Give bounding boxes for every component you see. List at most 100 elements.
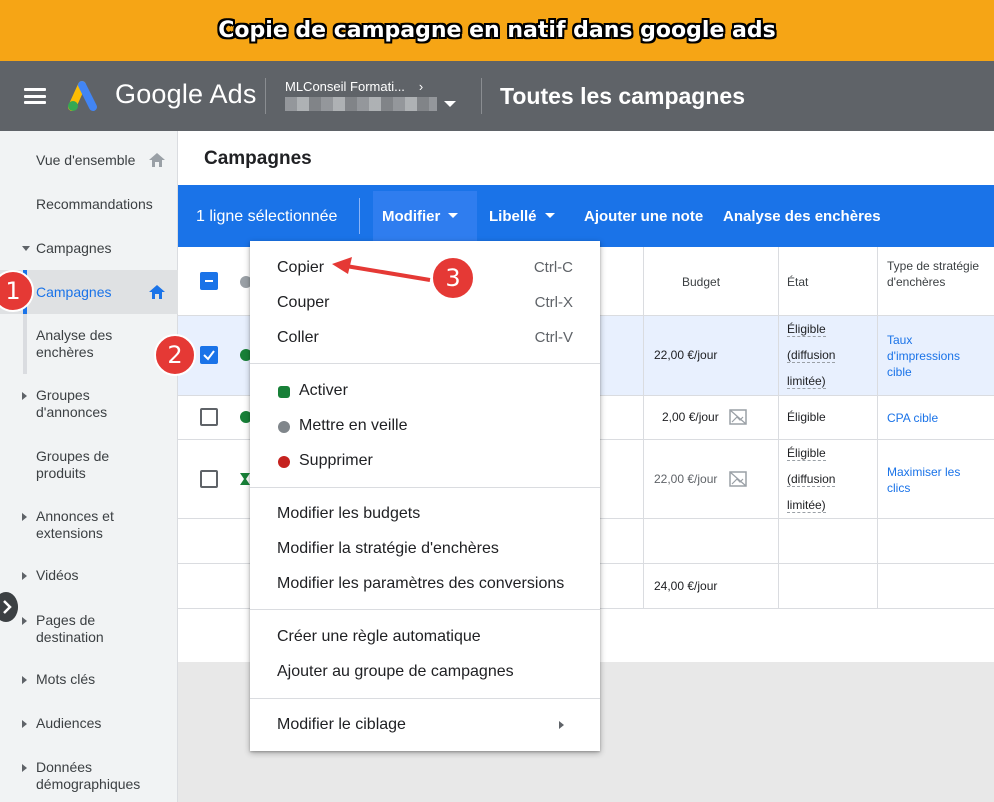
- column-header-etat[interactable]: État: [787, 274, 808, 290]
- shortcut-label: Ctrl-X: [534, 294, 573, 311]
- menu-divider: [250, 698, 600, 699]
- dropdown-arrow-icon[interactable]: [444, 101, 456, 107]
- sidebar-item-label: Campagnes: [36, 284, 112, 300]
- menu-item-modifier-strategie[interactable]: Modifier la stratégie d'enchères: [250, 533, 600, 565]
- column-divider: [778, 247, 779, 608]
- status-line: Éligible: [787, 446, 826, 461]
- menu-divider: [250, 609, 600, 610]
- sidebar-item-label: Audiences: [36, 715, 102, 731]
- column-header-bid-strategy[interactable]: Type de stratégie d'enchères: [887, 258, 987, 290]
- shortcut-label: Ctrl-C: [533, 259, 573, 276]
- menu-item-supprimer[interactable]: Supprimer: [250, 445, 600, 477]
- sidebar-item-product-groups[interactable]: Groupes de produits: [0, 448, 178, 484]
- menu-item-modifier-budgets[interactable]: Modifier les budgets: [250, 498, 600, 530]
- sidebar-item-overview[interactable]: Vue d'ensemble: [0, 152, 178, 172]
- sidebar-item-campaigns-group[interactable]: Campagnes: [0, 240, 178, 260]
- sidebar-item-label: Mots clés: [36, 671, 96, 687]
- menu-item-regle-automatique[interactable]: Créer une règle automatique: [250, 621, 600, 653]
- menu-item-label: Mettre en veille: [299, 417, 408, 434]
- divider: [359, 198, 360, 234]
- image-placeholder-icon: [729, 409, 747, 425]
- sidebar-item-label: Groupes de produits: [36, 448, 110, 481]
- row-checkbox[interactable]: [200, 408, 218, 426]
- menu-item-mettre-en-veille[interactable]: Mettre en veille: [250, 410, 600, 442]
- dropdown-arrow-icon: [448, 213, 459, 218]
- menu-divider: [250, 487, 600, 488]
- menu-divider: [250, 363, 600, 364]
- step-badge-2: 2: [154, 334, 196, 376]
- sidebar-item-keywords[interactable]: Mots clés: [0, 671, 178, 691]
- sidebar-item-label: Pages de destination: [36, 612, 104, 645]
- row-checkbox[interactable]: [200, 346, 218, 364]
- selection-toolbar: 1 ligne sélectionnée Modifier Libellé Aj…: [178, 185, 994, 247]
- select-all-checkbox[interactable]: [200, 272, 218, 290]
- selection-count: 1 ligne sélectionnée: [196, 208, 338, 225]
- menu-item-groupe-campagnes[interactable]: Ajouter au groupe de campagnes: [250, 656, 600, 688]
- menu-icon[interactable]: [24, 88, 46, 104]
- sidebar-item-ad-groups[interactable]: Groupes d'annonces: [0, 387, 178, 423]
- top-header: Google Ads MLConseil Formati... › Toutes …: [0, 61, 994, 131]
- auction-insights-button[interactable]: Analyse des enchères: [723, 208, 881, 225]
- sidebar-item-videos[interactable]: Vidéos: [0, 567, 178, 587]
- chevron-right-icon: [559, 721, 564, 729]
- sidebar-item-audiences[interactable]: Audiences: [0, 715, 178, 735]
- menu-item-label: Créer une règle automatique: [277, 628, 481, 645]
- caret-right-icon: [22, 572, 27, 580]
- bid-strategy-link[interactable]: Maximiser les clics: [887, 464, 985, 496]
- shortcut-label: Ctrl-V: [534, 329, 573, 346]
- menu-item-modifier-ciblage[interactable]: Modifier le ciblage: [250, 709, 600, 741]
- sidebar-item-label: Recommandations: [36, 196, 153, 212]
- sidebar-item-recommendations[interactable]: Recommandations: [0, 196, 178, 216]
- menu-item-label: Modifier les budgets: [277, 505, 421, 522]
- sidebar-item-ads-extensions[interactable]: Annonces et extensions: [0, 508, 178, 544]
- account-selector[interactable]: MLConseil Formati... ›: [285, 79, 423, 94]
- page-title: Toutes les campagnes: [500, 83, 745, 109]
- annotation-arrow: [332, 257, 431, 282]
- status-line: (diffusion: [787, 472, 836, 487]
- total-budget-cell: 24,00 €/jour: [654, 579, 718, 593]
- status-line: limitée): [787, 374, 826, 389]
- sidebar: Vue d'ensemble Recommandations Campagnes…: [0, 131, 178, 802]
- status-cell: Éligible: [787, 410, 826, 424]
- menu-item-label: Supprimer: [299, 452, 373, 469]
- sidebar-item-label: Vidéos: [36, 567, 79, 583]
- row-checkbox[interactable]: [200, 470, 218, 488]
- column-header-budget[interactable]: Budget: [682, 274, 720, 290]
- libelle-button[interactable]: Libellé: [489, 208, 555, 225]
- brand-name: Google Ads: [115, 79, 257, 109]
- sidebar-item-label: Groupes d'annonces: [36, 387, 108, 420]
- tutorial-banner: Copie de campagne en natif dans google a…: [0, 0, 994, 61]
- menu-item-activer[interactable]: Activer: [250, 375, 600, 407]
- section-title: Campagnes: [204, 148, 312, 169]
- account-id-blurred: [285, 97, 437, 111]
- chevron-right-icon: ›: [418, 79, 424, 94]
- menu-item-modifier-conversions[interactable]: Modifier les paramètres des conversions: [250, 568, 600, 600]
- status-cell: Éligible (diffusion limitée): [787, 316, 836, 394]
- home-icon: [149, 153, 165, 167]
- menu-item-label: Modifier les paramètres des conversions: [277, 575, 565, 592]
- menu-item-label: Copier: [277, 259, 325, 276]
- sidebar-item-auction-insights[interactable]: Analyse des enchères: [0, 327, 120, 363]
- sidebar-item-landing-pages[interactable]: Pages de destination: [0, 612, 178, 648]
- account-name: MLConseil Formati...: [285, 79, 405, 94]
- modifier-dropdown-menu: Copier Ctrl-C Couper Ctrl-X Coller Ctrl-…: [250, 241, 600, 751]
- status-line: limitée): [787, 498, 826, 513]
- enable-icon: [278, 386, 290, 398]
- sidebar-item-label: Analyse des enchères: [36, 327, 113, 360]
- add-note-button[interactable]: Ajouter une note: [584, 208, 703, 225]
- status-line: Éligible: [787, 322, 826, 337]
- bid-strategy-link[interactable]: Taux d'impressions cible: [887, 332, 985, 380]
- modifier-button[interactable]: Modifier: [382, 208, 459, 225]
- status-line: (diffusion: [787, 348, 836, 363]
- sidebar-item-label: Annonces et extensions: [36, 508, 114, 541]
- menu-item-label: Modifier le ciblage: [277, 716, 406, 733]
- column-divider: [877, 247, 878, 608]
- menu-item-coller[interactable]: Coller Ctrl-V: [250, 322, 600, 354]
- button-label: Modifier: [382, 208, 441, 225]
- bid-strategy-link[interactable]: CPA cible: [887, 410, 938, 426]
- caret-right-icon: [22, 513, 27, 521]
- sidebar-item-demographics[interactable]: Données démographiques: [0, 759, 178, 795]
- image-placeholder-icon: [729, 471, 747, 487]
- banner-title: Copie de campagne en natif dans google a…: [218, 18, 776, 43]
- sidebar-item-label: Données démographiques: [36, 759, 141, 792]
